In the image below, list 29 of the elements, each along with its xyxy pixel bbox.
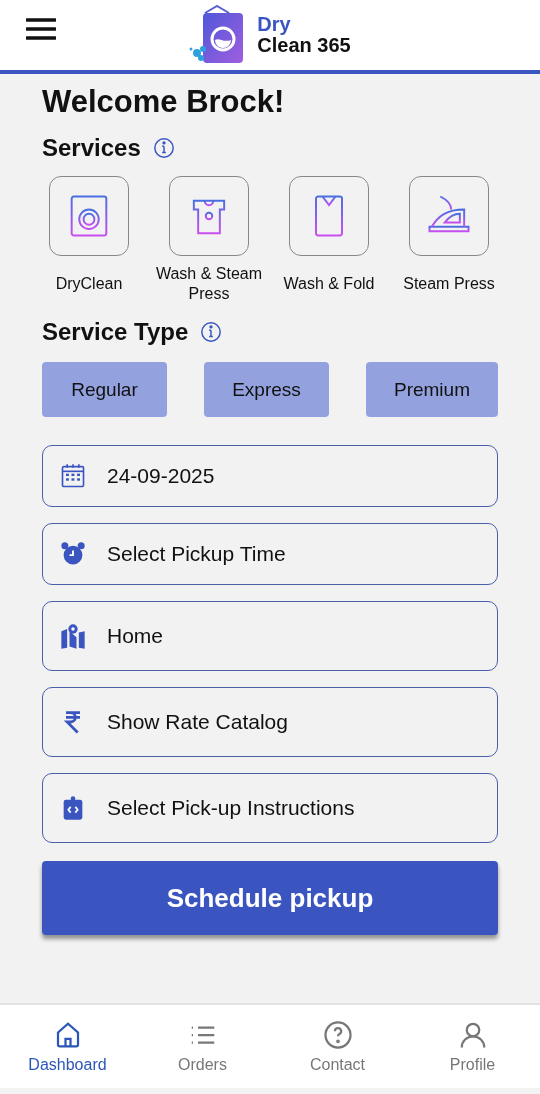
service-type-button[interactable]: Premium [365,362,498,417]
nav-tab[interactable]: Contact [270,1005,405,1088]
select-field[interactable]: Show Rate Catalog [42,687,498,757]
select-field[interactable]: Select Pickup Time [42,523,498,585]
schedule-pickup-button[interactable]: Schedule pickup [42,861,498,935]
brand-name: Dry [257,14,292,35]
section-heading: Service Type [42,318,189,346]
brand-name: Clean 365 [257,35,351,56]
service-option[interactable]: Steam Press [392,176,506,304]
select-field[interactable]: Home [42,601,498,671]
map-pin-icon [59,622,87,650]
washing-machine-logo-icon [189,5,246,65]
info-icon[interactable] [200,321,223,343]
service-option[interactable]: DryClean [32,176,146,304]
section-heading: Services [42,134,141,162]
service-option[interactable]: Wash & Fold [272,176,386,304]
nav-tab[interactable]: Profile [405,1005,540,1088]
nav-tab[interactable]: Orders [135,1005,270,1088]
calendar-icon [59,462,87,490]
service-option[interactable]: Wash & Steam Press [152,176,266,304]
menu-button[interactable] [26,18,56,40]
welcome-heading: Welcome Brock! [42,84,286,120]
select-field[interactable]: 24-09-2025 [42,445,498,507]
service-type-button[interactable]: Regular [42,362,167,417]
select-field[interactable]: Select Pick-up Instructions [42,773,498,843]
help-icon [322,1019,353,1050]
nav-tab[interactable]: Dashboard [0,1005,135,1088]
service-type-button[interactable]: Express [204,362,329,417]
info-icon[interactable] [152,137,175,159]
